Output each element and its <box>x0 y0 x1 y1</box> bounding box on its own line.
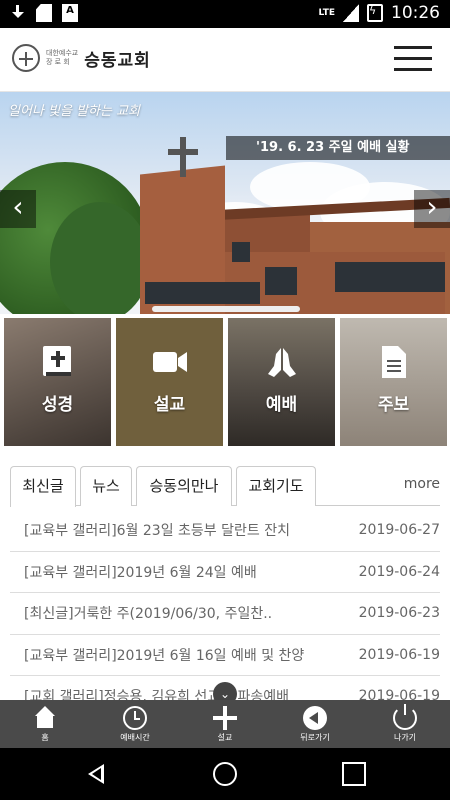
video-camera-icon <box>153 352 187 372</box>
hamburger-menu-icon[interactable] <box>394 46 432 74</box>
system-home-icon[interactable] <box>213 762 237 786</box>
bible-icon <box>43 346 71 376</box>
signal-icon <box>343 4 359 22</box>
logo-subtitle: 대한예수교 장 로 회 <box>46 49 78 67</box>
logo-subtitle-line2: 장 로 회 <box>46 58 70 66</box>
quick-menu-tiles: 성경 설교 예배 주보 <box>4 318 450 446</box>
power-icon <box>393 704 417 730</box>
logo-emblem-icon <box>12 44 40 72</box>
tab-latest[interactable]: 최신글 <box>10 466 76 507</box>
tab-prayer[interactable]: 교회기도 <box>236 466 316 506</box>
bottom-navigation: 홈 예배시간 설교 뒤로가기 나가기 <box>0 700 450 748</box>
post-date: 2019-06-19 <box>358 646 440 663</box>
tile-bulletin[interactable]: 주보 <box>340 318 447 446</box>
battery-charging-icon <box>367 4 383 22</box>
tile-bible[interactable]: 성경 <box>4 318 111 446</box>
praying-hands-icon <box>268 348 296 377</box>
logo-subtitle-line1: 대한예수교 <box>46 49 79 57</box>
nav-home[interactable]: 홈 <box>0 700 90 748</box>
back-arrow-icon <box>303 706 327 730</box>
nav-home-label: 홈 <box>41 733 49 742</box>
nav-sermon-label: 설교 <box>217 733 233 742</box>
hero-slider[interactable]: 일어나 빛을 발하는 교회 '19. 6. 23 주일 예배 실황 ‹ › <box>0 92 450 314</box>
home-icon <box>33 706 57 730</box>
nav-back-label: 뒤로가기 <box>300 733 330 742</box>
nav-sermon[interactable]: 설교 <box>180 700 270 748</box>
post-title: [교육부 갤러리]2019년 6월 16일 예배 및 찬양 <box>24 647 305 664</box>
church-logo[interactable]: 대한예수교 장 로 회 승동교회 <box>12 44 151 72</box>
system-navigation-bar <box>0 748 450 800</box>
plus-icon <box>213 706 237 730</box>
post-date: 2019-06-23 <box>358 605 440 622</box>
tile-worship-label: 예배 <box>265 395 298 415</box>
clock-icon <box>123 706 147 730</box>
slider-prev-button[interactable]: ‹ <box>0 190 36 228</box>
post-title: [교육부 갤러리]2019년 6월 24일 예배 <box>24 564 257 581</box>
hero-slogan: 일어나 빛을 발하는 교회 <box>8 104 140 119</box>
nav-service-times-label: 예배시간 <box>120 733 150 742</box>
cross-icon <box>180 137 186 177</box>
sd-card-icon <box>36 4 52 22</box>
clock-time: 10:26 <box>391 3 440 23</box>
post-title: [최신글]거룩한 주(2019/06/30, 주일찬.. <box>24 606 273 623</box>
tab-news[interactable]: 뉴스 <box>80 466 132 506</box>
nav-service-times[interactable]: 예배시간 <box>90 700 180 748</box>
post-title: [교육부 갤러리]6월 23일 초등부 달란트 잔치 <box>24 523 290 540</box>
system-back-icon[interactable] <box>86 762 110 786</box>
download-icon <box>10 4 26 22</box>
tile-bulletin-label: 주보 <box>377 395 410 415</box>
hero-caption[interactable]: '19. 6. 23 주일 예배 실황 <box>226 136 450 160</box>
tile-bible-label: 성경 <box>41 395 74 415</box>
post-tabs: 최신글 뉴스 승동의만나 교회기도 more <box>10 466 440 507</box>
document-icon <box>382 346 406 378</box>
nav-back[interactable]: 뒤로가기 <box>270 700 360 748</box>
tab-manna[interactable]: 승동의만나 <box>136 466 232 506</box>
list-item[interactable]: [교육부 갤러리]2019년 6월 24일 예배 2019-06-24 <box>10 552 440 593</box>
post-date: 2019-06-27 <box>358 522 440 539</box>
system-recents-icon[interactable] <box>342 762 366 786</box>
tile-sermon-label: 설교 <box>153 395 186 415</box>
nav-exit-label: 나가기 <box>393 733 417 742</box>
church-name: 승동교회 <box>84 50 151 71</box>
status-bar: A LTE 10:26 <box>0 0 450 28</box>
nav-exit[interactable]: 나가기 <box>360 700 450 748</box>
notification-a-icon: A <box>62 4 78 22</box>
tile-worship[interactable]: 예배 <box>228 318 335 446</box>
tile-sermon[interactable]: 설교 <box>116 318 223 446</box>
post-date: 2019-06-24 <box>358 563 440 580</box>
list-item[interactable]: [최신글]거룩한 주(2019/06/30, 주일찬.. 2019-06-23 <box>10 593 440 635</box>
list-item[interactable]: [교육부 갤러리]6월 23일 초등부 달란트 잔치 2019-06-27 <box>10 510 440 552</box>
network-type: LTE <box>318 8 335 18</box>
app-header: 대한예수교 장 로 회 승동교회 <box>0 28 450 92</box>
slider-indicator <box>152 306 300 312</box>
slider-next-button[interactable]: › <box>414 190 450 228</box>
more-link[interactable]: more <box>404 476 440 492</box>
list-item[interactable]: [교육부 갤러리]2019년 6월 16일 예배 및 찬양 2019-06-19 <box>10 635 440 676</box>
